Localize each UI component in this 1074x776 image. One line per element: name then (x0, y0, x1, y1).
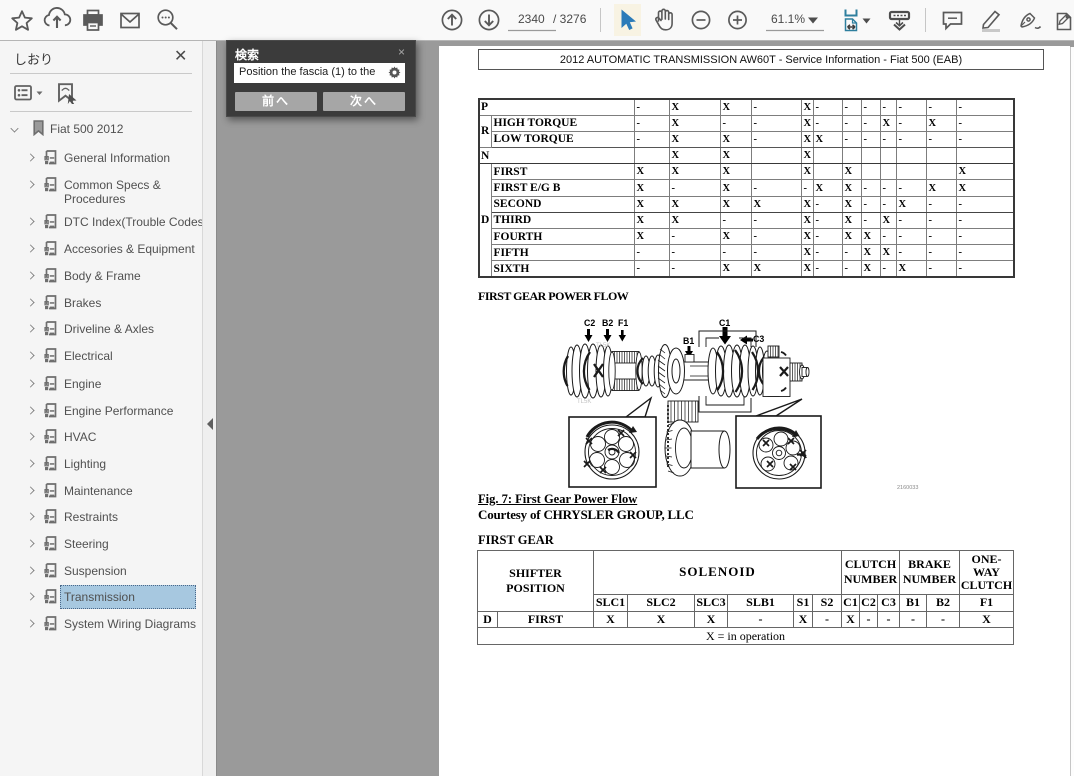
svg-text:B1: B1 (683, 336, 694, 346)
svg-text:B2: B2 (602, 318, 613, 328)
svg-text:C1: C1 (719, 318, 730, 328)
svg-text:TL5K: TL5K (596, 343, 610, 349)
svg-text:C3: C3 (753, 334, 764, 344)
svg-text:F1: F1 (618, 318, 628, 328)
svg-text:TL5K: TL5K (577, 399, 591, 405)
svg-text:C2: C2 (584, 318, 595, 328)
svg-text:2160033: 2160033 (897, 485, 918, 491)
